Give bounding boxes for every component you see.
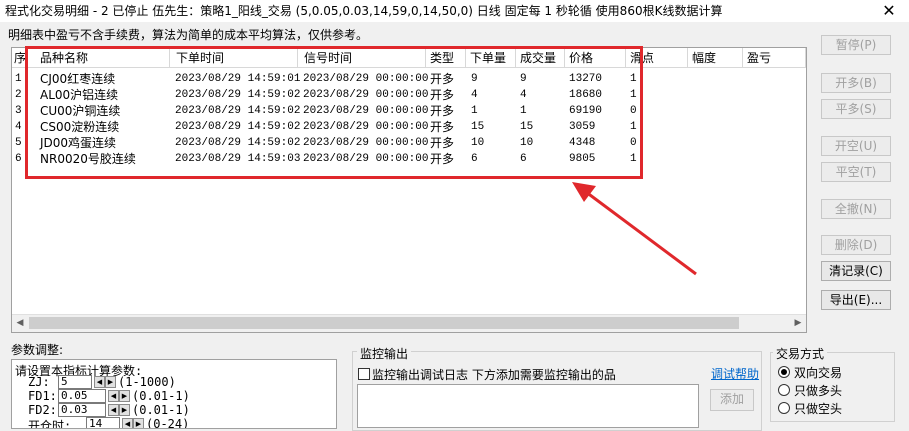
window-title: 程式化交易明细 - 2 已停止 伍先生：策略1_阳线_交易 (5,0.05,0.… xyxy=(0,0,909,22)
column-header-pnl[interactable]: 盈亏 xyxy=(743,48,806,68)
delete-button[interactable]: 删除(D) xyxy=(821,235,891,255)
table-cell-idx: 4 xyxy=(15,121,22,133)
open-long-button[interactable]: 开多(B) xyxy=(821,73,891,93)
trade-mode-option-long: 只做多头 xyxy=(794,384,843,398)
debug-help-link[interactable]: 调试帮助 xyxy=(711,365,759,382)
table-cell-idx: 1 xyxy=(15,73,22,85)
horizontal-scrollbar[interactable]: ◀ ▶ xyxy=(12,314,806,332)
monitor-list[interactable] xyxy=(357,384,699,428)
trade-mode-label: 交易方式 xyxy=(773,345,828,362)
param-input-fd2[interactable]: 0.03 xyxy=(58,403,106,417)
trade-mode-option-both: 双向交易 xyxy=(794,366,843,380)
annotation-arrow-icon xyxy=(572,182,697,276)
params-panel: 请设置本指标计算参数: ZJ: 5 ◀ ▶ (1-1000) FD1: 0.05… xyxy=(11,359,337,429)
trade-mode-radio-both[interactable] xyxy=(778,366,790,378)
scroll-left-icon[interactable]: ◀ xyxy=(12,316,28,331)
close-short-button[interactable]: 平空(T) xyxy=(821,162,891,182)
table-cell-idx: 5 xyxy=(15,137,22,149)
close-long-button[interactable]: 平多(S) xyxy=(821,99,891,119)
param-range-open-hour: (0-24) xyxy=(146,417,190,429)
param-input-fd1[interactable]: 0.05 xyxy=(58,389,106,403)
spin-right-icon[interactable]: ▶ xyxy=(119,404,130,416)
spin-left-icon[interactable]: ◀ xyxy=(108,390,119,402)
param-input-zj[interactable]: 5 xyxy=(58,375,92,389)
trade-mode-option-short: 只做空头 xyxy=(794,402,843,416)
spin-right-icon[interactable]: ▶ xyxy=(133,418,144,428)
clear-log-button[interactable]: 清记录(C) xyxy=(821,261,891,281)
param-input-open-hour[interactable]: 14 xyxy=(86,417,120,428)
spin-left-icon[interactable]: ◀ xyxy=(108,404,119,416)
param-name-fd1: FD1: xyxy=(28,389,57,403)
export-button[interactable]: 导出(E)... xyxy=(821,290,891,310)
params-section-label: 参数调整: xyxy=(11,343,64,357)
highlight-box xyxy=(25,46,643,179)
param-range-zj: (1-1000) xyxy=(118,375,176,389)
trade-mode-radio-short[interactable] xyxy=(778,402,790,414)
pause-button[interactable]: 暂停(P) xyxy=(821,35,891,55)
param-name-fd2: FD2: xyxy=(28,403,57,417)
spin-left-icon[interactable]: ◀ xyxy=(94,376,105,388)
monitor-label: 监控输出 xyxy=(357,345,412,362)
scroll-thumb[interactable] xyxy=(29,317,739,329)
spin-right-icon[interactable]: ▶ xyxy=(105,376,116,388)
add-monitor-button[interactable]: 添加 xyxy=(710,389,754,411)
column-header-range[interactable]: 幅度 xyxy=(688,48,743,68)
cancel-all-button[interactable]: 全撤(N) xyxy=(821,199,891,219)
param-range-fd2: (0.01-1) xyxy=(132,403,190,417)
open-short-button[interactable]: 开空(U) xyxy=(821,136,891,156)
table-cell-idx: 2 xyxy=(15,89,22,101)
trade-mode-radio-long[interactable] xyxy=(778,384,790,396)
spin-left-icon[interactable]: ◀ xyxy=(122,418,133,428)
spin-right-icon[interactable]: ▶ xyxy=(119,390,130,402)
table-cell-idx: 6 xyxy=(15,153,22,165)
param-range-fd1: (0.01-1) xyxy=(132,389,190,403)
monitor-checkbox-label: 监控输出调试日志 下方添加需要监控输出的品 xyxy=(372,368,616,382)
close-icon[interactable]: ✕ xyxy=(879,0,899,22)
table-cell-idx: 3 xyxy=(15,105,22,117)
param-name-open-hour: 开仓时: xyxy=(28,419,72,429)
scroll-right-icon[interactable]: ▶ xyxy=(790,316,806,331)
monitor-debug-checkbox[interactable] xyxy=(358,368,370,380)
info-text: 明细表中盈亏不含手续费，算法为简单的成本平均算法，仅供参考。 xyxy=(8,28,369,42)
